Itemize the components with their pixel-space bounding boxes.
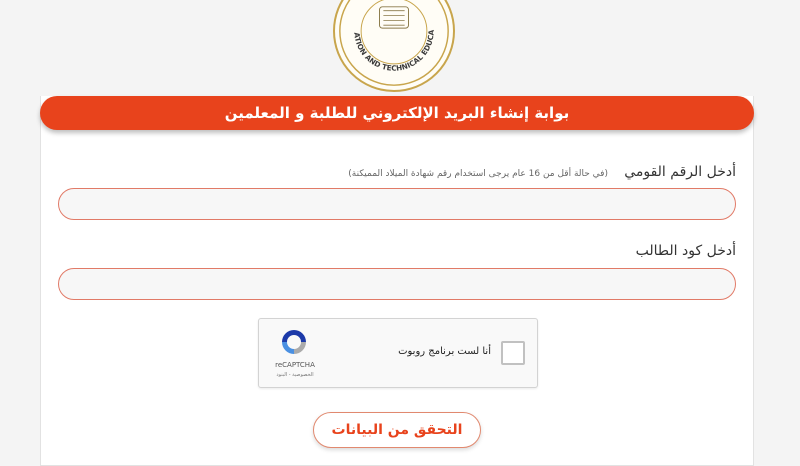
student-code-input[interactable] [58,268,736,300]
national-id-label: أدخل الرقم القومي [624,164,736,180]
recaptcha-brand: reCAPTCHA [275,361,315,369]
verify-data-button[interactable]: التحقق من البيانات [313,412,481,448]
page-title: بوابة إنشاء البريد الإلكتروني للطلبة و ا… [40,96,754,130]
recaptcha-label: أنا لست برنامج روبوت [398,346,491,357]
student-code-label: أدخل كود الطالب [635,243,736,259]
national-id-hint: (في حالة أقل من 16 عام يرجى استخدام رقم … [348,169,608,179]
recaptcha-logo-icon [282,330,306,354]
recaptcha-links[interactable]: الخصوصية - البنود [267,372,323,378]
ministry-logo: EDUCATION AND TECHNICAL EDUCATION [333,0,455,92]
recaptcha-checkbox[interactable] [501,341,525,365]
national-id-input[interactable] [58,188,736,220]
recaptcha-widget: أنا لست برنامج روبوت reCAPTCHA الخصوصية … [258,318,538,388]
